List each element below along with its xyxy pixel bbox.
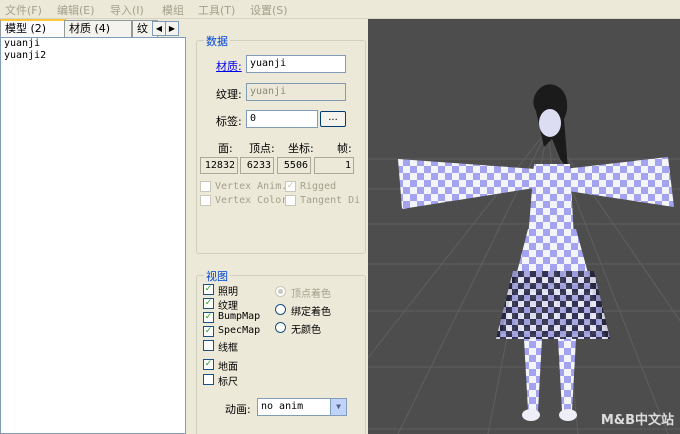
ruler-label: 标尺 xyxy=(218,377,238,388)
tab-scroll-left-button[interactable]: ◀ xyxy=(152,21,166,36)
tab-materials[interactable]: 材质 (4) xyxy=(64,20,132,37)
specmap-checkbox[interactable]: ✓ xyxy=(203,326,214,337)
list-item[interactable]: yuanji2 xyxy=(1,50,185,62)
lighting-label: 照明 xyxy=(218,287,238,298)
tangent-dir-label: Tangent Dir xyxy=(300,195,362,206)
viewport-canvas xyxy=(368,84,680,434)
menu-bar: 文件(F) 编辑(E) 导入(I) 模组 工具(T) 设置(S) xyxy=(0,0,680,19)
frames-header: 帧: xyxy=(337,142,352,155)
animation-select-value: no anim xyxy=(261,401,304,412)
bone-shading-radio[interactable] xyxy=(275,304,286,315)
tab-scroll-right-button[interactable]: ▶ xyxy=(165,21,179,36)
faces-count: 12832 xyxy=(200,157,238,174)
wireframe-label: 线框 xyxy=(218,343,238,354)
vertices-header: 顶点: xyxy=(249,142,275,155)
menu-file[interactable]: 文件(F) xyxy=(5,2,42,18)
chevron-down-icon: ▼ xyxy=(336,402,341,411)
view-groupbox: 视图 ✓ 照明 ✓ 纹理 ✓ BumpMap ✓ SpecMap 线框 ✓ 地面… xyxy=(196,268,366,434)
bumpmap-checkbox[interactable]: ✓ xyxy=(203,312,214,323)
coords-count: 5506 xyxy=(277,157,311,174)
animation-select[interactable]: no anim ▼ xyxy=(257,398,347,416)
no-color-label: 无颜色 xyxy=(291,325,321,336)
vertex-shading-radio xyxy=(275,286,286,297)
texture-field: yuanji xyxy=(246,83,346,101)
tab-strip: 模型 (2) 材质 (4) 纹 ◀ ▶ xyxy=(0,19,190,39)
ground-label: 地面 xyxy=(218,362,238,373)
menu-modgroup[interactable]: 模组 xyxy=(162,2,184,18)
wireframe-checkbox[interactable] xyxy=(203,340,214,351)
bone-shading-label: 绑定着色 xyxy=(291,307,331,318)
tag-field[interactable]: 0 xyxy=(246,110,318,128)
3d-viewport[interactable]: M&B中文站 xyxy=(368,19,680,434)
watermark: M&B中文站 xyxy=(600,413,674,428)
rigged-checkbox: ✓ xyxy=(285,181,296,192)
texture-checkbox[interactable]: ✓ xyxy=(203,298,214,309)
tab-models[interactable]: 模型 (2) xyxy=(0,19,66,39)
coords-header: 坐标: xyxy=(288,142,314,155)
animation-label: 动画: xyxy=(225,403,251,416)
model-list[interactable]: yuanji yuanji2 xyxy=(0,37,186,434)
data-groupbox: 数据 材质: yuanji 纹理: yuanji 标签: 0 ... 面: 顶点… xyxy=(196,33,366,254)
ground-checkbox[interactable]: ✓ xyxy=(203,359,214,370)
properties-panel: 数据 材质: yuanji 纹理: yuanji 标签: 0 ... 面: 顶点… xyxy=(192,19,368,434)
list-item[interactable]: yuanji xyxy=(1,38,185,50)
specmap-label: SpecMap xyxy=(218,325,261,336)
menu-settings[interactable]: 设置(S) xyxy=(250,2,288,18)
dropdown-button[interactable]: ▼ xyxy=(330,399,346,415)
texture-label: 纹理: xyxy=(216,88,242,101)
material-field[interactable]: yuanji xyxy=(246,55,346,73)
bumpmap-label: BumpMap xyxy=(218,311,261,322)
vertices-count: 6233 xyxy=(240,157,274,174)
menu-edit[interactable]: 编辑(E) xyxy=(57,2,95,18)
vertex-shading-label: 顶点着色 xyxy=(291,289,331,300)
vertex-anim-checkbox xyxy=(200,181,211,192)
frames-count: 1 xyxy=(314,157,354,174)
ruler-checkbox[interactable] xyxy=(203,374,214,385)
arrow-right-icon: ▶ xyxy=(168,24,176,33)
menu-import[interactable]: 导入(I) xyxy=(110,2,144,18)
tag-label: 标签: xyxy=(216,115,242,128)
arrow-left-icon: ◀ xyxy=(155,24,163,33)
rigged-label: Rigged xyxy=(300,181,337,192)
vertex-color-checkbox xyxy=(200,195,211,206)
vertex-anim-label: Vertex Anim. xyxy=(215,181,288,192)
lighting-checkbox[interactable]: ✓ xyxy=(203,284,214,295)
tangent-dir-checkbox xyxy=(285,195,296,206)
no-color-radio[interactable] xyxy=(275,322,286,333)
faces-header: 面: xyxy=(218,142,233,155)
material-label-link[interactable]: 材质: xyxy=(216,58,242,74)
texture-view-label: 纹理 xyxy=(218,301,238,312)
vertex-color-label: Vertex Color xyxy=(215,195,288,206)
data-group-title: 数据 xyxy=(204,33,230,49)
view-group-title: 视图 xyxy=(204,268,230,284)
menu-tools[interactable]: 工具(T) xyxy=(198,2,235,18)
tag-browse-button[interactable]: ... xyxy=(320,111,346,127)
